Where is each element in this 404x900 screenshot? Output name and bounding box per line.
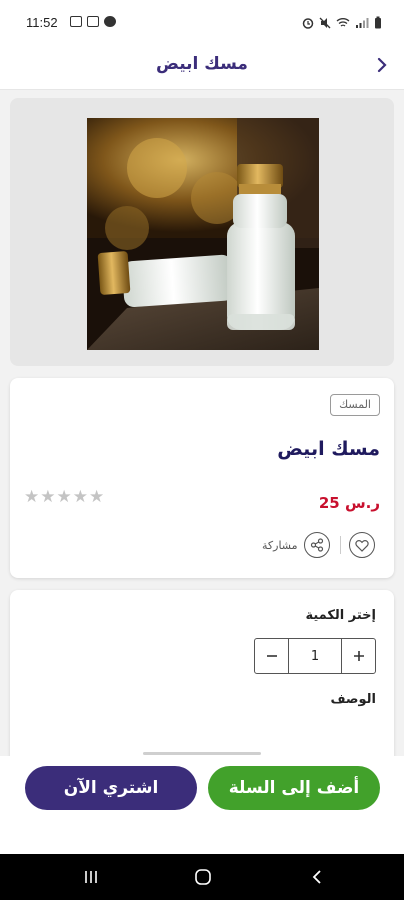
share-icon xyxy=(310,538,323,552)
page-title: مسك ابيض xyxy=(156,54,248,74)
add-to-cart-button[interactable]: أضف إلى السلة xyxy=(208,766,380,810)
buy-now-button[interactable]: اشتري الآن xyxy=(25,766,197,810)
status-icons-right xyxy=(302,16,382,29)
system-nav-bar xyxy=(0,854,404,900)
heart-icon xyxy=(355,539,369,552)
star-icon: ★ xyxy=(56,487,72,507)
status-time: 11:52 xyxy=(26,15,58,30)
notification-icon xyxy=(70,16,82,27)
scroll-indicator xyxy=(143,752,261,755)
back-button[interactable] xyxy=(372,53,392,77)
app-header: مسك ابيض xyxy=(0,44,404,90)
description-label: الوصف xyxy=(330,692,376,707)
status-bar: 11:52 xyxy=(0,0,404,44)
quantity-value[interactable]: 1 xyxy=(289,639,341,673)
product-price: 25 ر.س xyxy=(318,494,380,512)
favorite-button[interactable] xyxy=(349,532,375,558)
star-icon: ★ xyxy=(72,487,88,507)
recent-apps-icon[interactable] xyxy=(83,868,99,886)
product-image-card xyxy=(10,98,394,366)
star-icon: ★ xyxy=(24,487,40,507)
increase-button[interactable] xyxy=(341,639,375,673)
home-icon[interactable] xyxy=(194,868,212,886)
actions-divider xyxy=(339,536,341,554)
back-nav-icon[interactable] xyxy=(311,868,323,886)
wifi-icon xyxy=(336,17,350,27)
bottom-action-bar: أضف إلى السلة اشتري الآن xyxy=(0,756,404,854)
product-name: مسك ابيض xyxy=(277,438,380,460)
plus-icon xyxy=(353,651,364,661)
decrease-button[interactable] xyxy=(255,639,289,673)
product-image[interactable] xyxy=(87,118,319,350)
category-tag[interactable]: المسك xyxy=(330,394,380,416)
mute-icon xyxy=(319,17,331,28)
quantity-label: إختر الكمية xyxy=(305,608,376,623)
product-info-card: المسك مسك ابيض ★ ★ ★ ★ ★ 25 ر.س مشاركة xyxy=(10,378,394,578)
status-icons-left xyxy=(70,16,116,27)
star-icon: ★ xyxy=(89,487,105,507)
chevron-right-icon xyxy=(377,57,387,73)
share-action[interactable]: مشاركة xyxy=(262,532,345,558)
image-icon xyxy=(87,16,99,27)
quantity-stepper[interactable]: 1 xyxy=(254,638,376,674)
signal-icon xyxy=(356,17,369,28)
app-icon xyxy=(104,16,116,27)
star-icon: ★ xyxy=(40,487,56,507)
perfume-bottles-illustration xyxy=(87,118,319,350)
share-label: مشاركة xyxy=(262,538,298,552)
share-button[interactable] xyxy=(303,532,330,558)
alarm-icon xyxy=(302,17,314,29)
battery-icon xyxy=(375,16,381,29)
minus-icon xyxy=(266,655,277,657)
rating-stars[interactable]: ★ ★ ★ ★ ★ xyxy=(24,488,104,506)
